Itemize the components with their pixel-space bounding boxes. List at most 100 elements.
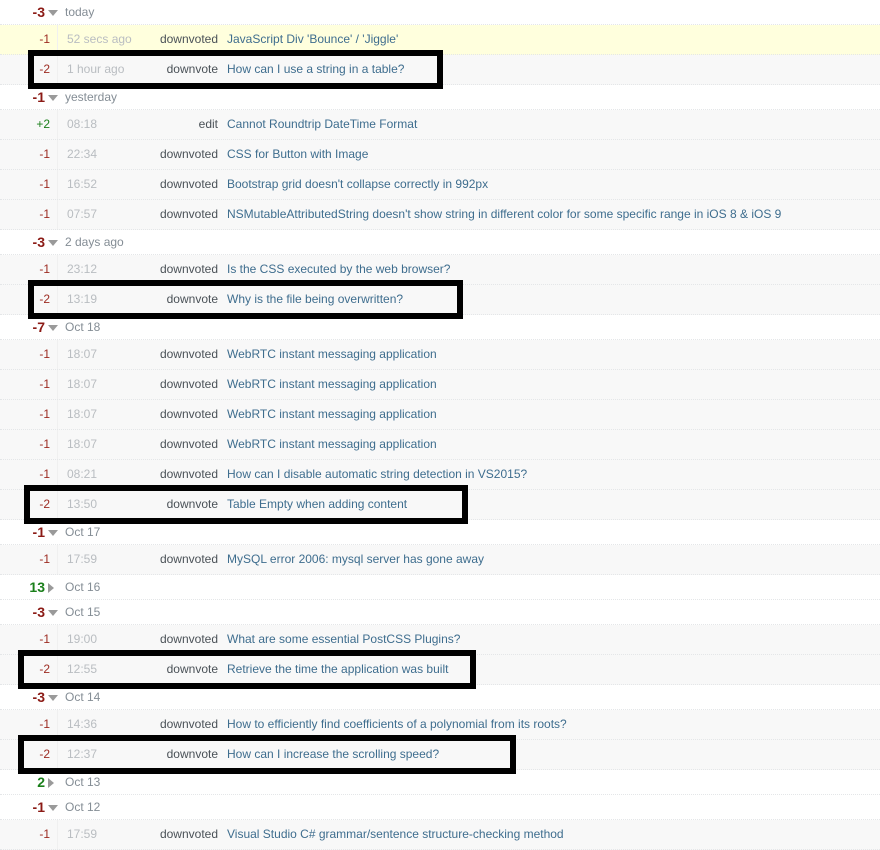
row-timestamp: 19:00: [67, 632, 98, 646]
activity-group-header[interactable]: -3 2 days ago: [0, 230, 880, 255]
group-date-label: yesterday: [65, 90, 118, 104]
row-score: -1: [39, 377, 50, 391]
row-post-link[interactable]: WebRTC instant messaging application: [227, 407, 437, 422]
row-action-type: downvoted: [159, 177, 218, 191]
row-timestamp: 16:52: [67, 177, 98, 191]
activity-row[interactable]: -2 13:19 downvote Why is the file being ove…: [0, 285, 880, 315]
toggle-glyph: [48, 778, 54, 788]
row-post-link[interactable]: How can I disable automatic string detec…: [227, 467, 527, 482]
chevron-down-icon[interactable]: [48, 693, 58, 703]
activity-row[interactable]: -2 1 hour ago downvote How can I use a stri…: [0, 55, 880, 85]
activity-group-header[interactable]: -7 Oct 18: [0, 315, 880, 340]
row-post-link[interactable]: WebRTC instant messaging application: [227, 347, 437, 362]
toggle-glyph: [48, 240, 58, 246]
row-post-link[interactable]: Bootstrap grid doesn't collapse correctl…: [227, 177, 488, 192]
row-post-link[interactable]: Table Empty when adding content: [227, 497, 407, 512]
activity-row[interactable]: -1 18:07 downvoted WebRTC instant messaging…: [0, 400, 880, 430]
row-score: -1: [39, 467, 50, 481]
row-post-link[interactable]: How to efficiently find coefficients of …: [227, 717, 567, 732]
group-date-label: today: [65, 5, 95, 19]
toggle-glyph: [48, 95, 58, 101]
row-post-link[interactable]: Why is the file being overwritten?: [227, 292, 403, 307]
activity-row[interactable]: -1 18:07 downvoted WebRTC instant messaging…: [0, 340, 880, 370]
row-post-link[interactable]: WebRTC instant messaging application: [227, 377, 437, 392]
row-timestamp: 17:59: [67, 552, 98, 566]
chevron-down-icon[interactable]: [48, 8, 58, 18]
activity-row[interactable]: -2 13:50 downvote Table Empty when adding c…: [0, 490, 880, 520]
chevron-down-icon[interactable]: [48, 323, 58, 333]
activity-group-header[interactable]: -1 Oct 17: [0, 520, 880, 545]
row-action-type: downvoted: [159, 632, 218, 646]
chevron-down-icon[interactable]: [48, 238, 58, 248]
activity-row[interactable]: +2 08:18 edit Cannot Roundtrip DateTime For…: [0, 110, 880, 140]
row-post-link[interactable]: JavaScript Div 'Bounce' / 'Jiggle': [227, 32, 398, 47]
column-divider: [57, 430, 58, 459]
activity-group-header[interactable]: -3 today: [0, 0, 880, 25]
row-score: -1: [39, 207, 50, 221]
chevron-down-icon[interactable]: [48, 528, 58, 538]
activity-row[interactable]: -1 17:59 downvoted Visual Studio C# grammar…: [0, 820, 880, 850]
activity-row[interactable]: -1 16:52 downvoted Bootstrap grid doesn't c…: [0, 170, 880, 200]
column-divider: [57, 740, 58, 769]
row-post-link[interactable]: NSMutableAttributedString doesn't show s…: [227, 207, 781, 222]
activity-row[interactable]: -1 22:34 downvoted CSS for Button with Imag…: [0, 140, 880, 170]
group-score: -1: [32, 799, 45, 815]
activity-group-header[interactable]: 13 Oct 16: [0, 575, 880, 600]
activity-row[interactable]: -1 19:00 downvoted What are some essential …: [0, 625, 880, 655]
row-action-type: downvote: [166, 497, 218, 511]
activity-row[interactable]: -1 08:21 downvoted How can I disable automa…: [0, 460, 880, 490]
row-action-type: downvote: [166, 62, 218, 76]
column-divider: [57, 710, 58, 739]
column-divider: [57, 110, 58, 139]
row-score: -1: [39, 717, 50, 731]
activity-row[interactable]: -2 12:55 downvote Retrieve the time the app…: [0, 655, 880, 685]
activity-group-header[interactable]: -1 Oct 12: [0, 795, 880, 820]
group-score: -3: [32, 604, 45, 620]
activity-row[interactable]: -1 18:07 downvoted WebRTC instant messaging…: [0, 370, 880, 400]
column-divider: [57, 25, 58, 54]
activity-group-header[interactable]: -1 yesterday: [0, 85, 880, 110]
chevron-down-icon[interactable]: [48, 608, 58, 618]
activity-group-header[interactable]: -3 Oct 15: [0, 600, 880, 625]
activity-row[interactable]: -1 17:59 downvoted MySQL error 2006: mysql …: [0, 545, 880, 575]
chevron-down-icon[interactable]: [48, 803, 58, 813]
group-score: -7: [32, 319, 45, 335]
activity-row[interactable]: -2 12:37 downvote How can I increase the sc…: [0, 740, 880, 770]
row-post-link[interactable]: How can I use a string in a table?: [227, 62, 404, 77]
row-score: -2: [39, 62, 50, 76]
row-post-link[interactable]: CSS for Button with Image: [227, 147, 368, 162]
row-post-link[interactable]: How can I increase the scrolling speed?: [227, 747, 439, 762]
chevron-right-icon[interactable]: [48, 583, 58, 593]
group-date-label: Oct 16: [65, 580, 101, 594]
chevron-right-icon[interactable]: [48, 778, 58, 788]
row-score: -1: [39, 347, 50, 361]
column-divider: [57, 140, 58, 169]
row-action-type: downvoted: [159, 347, 218, 361]
activity-row[interactable]: -1 07:57 downvoted NSMutableAttributedStrin…: [0, 200, 880, 230]
row-post-link[interactable]: Cannot Roundtrip DateTime Format: [227, 117, 417, 132]
toggle-glyph: [48, 325, 58, 331]
row-score: -2: [39, 747, 50, 761]
row-post-link[interactable]: WebRTC instant messaging application: [227, 437, 437, 452]
row-post-link[interactable]: What are some essential PostCSS Plugins?: [227, 632, 460, 647]
row-post-link[interactable]: Is the CSS executed by the web browser?: [227, 262, 450, 277]
activity-row[interactable]: -1 23:12 downvoted Is the CSS executed by t…: [0, 255, 880, 285]
row-action-type: downvoted: [159, 262, 218, 276]
column-divider: [57, 545, 58, 574]
row-timestamp: 12:55: [67, 662, 98, 676]
row-post-link[interactable]: Visual Studio C# grammar/sentence struct…: [227, 827, 564, 842]
activity-group-header[interactable]: -3 Oct 14: [0, 685, 880, 710]
row-action-type: downvote: [166, 747, 218, 761]
row-post-link[interactable]: Retrieve the time the application was bu…: [227, 662, 448, 677]
group-date-label: 2 days ago: [65, 235, 124, 249]
activity-row[interactable]: -1 18:07 downvoted WebRTC instant messaging…: [0, 430, 880, 460]
group-date-label: Oct 15: [65, 605, 101, 619]
activity-row[interactable]: -1 14:36 downvoted How to efficiently find …: [0, 710, 880, 740]
activity-group-header[interactable]: 2 Oct 13: [0, 770, 880, 795]
chevron-down-icon[interactable]: [48, 93, 58, 103]
row-post-link[interactable]: MySQL error 2006: mysql server has gone …: [227, 552, 484, 567]
row-timestamp: 18:07: [67, 407, 98, 421]
column-divider: [57, 490, 58, 519]
row-timestamp: 13:50: [67, 497, 98, 511]
activity-row[interactable]: -1 52 secs ago downvoted JavaScript Div 'Bo…: [0, 25, 880, 55]
